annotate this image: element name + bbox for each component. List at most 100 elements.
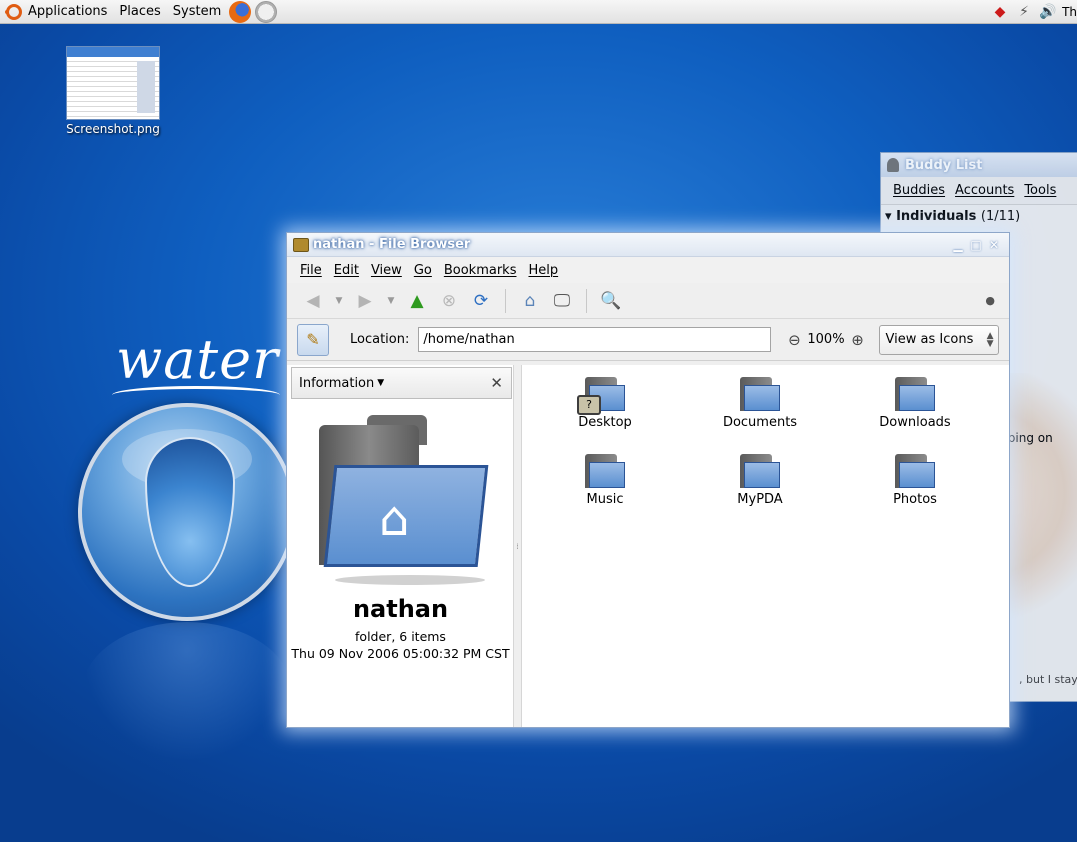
menu-file[interactable]: File: [300, 263, 322, 278]
file-browser-window[interactable]: nathan - File Browser ▁ □ ✕ File Edit Vi…: [286, 232, 1010, 728]
forward-history-dropdown-icon[interactable]: ▼: [383, 287, 399, 315]
folder-icon: ?: [577, 375, 625, 415]
power-plug-icon[interactable]: ⚡: [1014, 3, 1034, 21]
ruby-gem-icon[interactable]: ◆: [990, 3, 1010, 21]
folder-icon: [585, 452, 625, 488]
wallpaper-water-orb: [78, 403, 296, 621]
folder-item-downloads[interactable]: Downloads: [855, 375, 975, 430]
folder-label: Downloads: [879, 415, 951, 430]
wallpaper-orb-reflection: [82, 622, 292, 762]
up-arrow-icon[interactable]: ▲: [403, 287, 431, 315]
folder-label: Music: [586, 492, 624, 507]
buddy-group-expander-icon: ▾: [885, 209, 892, 224]
folder-icon: [895, 452, 935, 488]
folder-item-photos[interactable]: Photos: [855, 452, 975, 507]
menu-bookmarks[interactable]: Bookmarks: [444, 263, 517, 278]
pane-splitter-handle[interactable]: ⁞: [514, 365, 522, 727]
close-icon[interactable]: ✕: [987, 238, 1001, 252]
location-edit-toggle-icon[interactable]: ✎: [297, 323, 329, 356]
folder-icon: [740, 375, 780, 411]
firefox-launcher-icon[interactable]: [229, 0, 252, 23]
file-browser-titlebar[interactable]: nathan - File Browser ▁ □ ✕: [287, 233, 1009, 257]
file-browser-menubar: File Edit View Go Bookmarks Help: [287, 257, 1009, 283]
buddy-menu-accounts[interactable]: Accounts: [955, 183, 1014, 198]
desktop-icon-label: Screenshot.png: [66, 122, 160, 136]
side-pane-title: Information: [299, 375, 375, 391]
file-browser-toolbar: ◀ ▼ ▶ ▼ ▲ ⊗ ⟳ ⌂ 🖵 🔍 ●: [287, 283, 1009, 319]
file-browser-body: Information ▼ ✕ ⌂ nathan folder, 6 items…: [287, 365, 1009, 727]
wallpaper-swoosh: [112, 386, 280, 404]
desktop-icon-screenshot[interactable]: Screenshot.png: [60, 46, 166, 136]
places-menu-label: Places: [119, 4, 161, 19]
icon-view[interactable]: ? Desktop Documents Downloads Music MyPD…: [522, 365, 1009, 727]
menu-help[interactable]: Help: [528, 263, 558, 278]
computer-icon[interactable]: 🖵: [548, 287, 576, 315]
folder-item-music[interactable]: Music: [545, 452, 665, 507]
buddy-list-title: Buddy List: [905, 157, 983, 173]
places-menu[interactable]: Places: [113, 0, 166, 24]
window-controls: ▁ □ ✕: [951, 238, 1009, 252]
location-bar: ✎ Location: ⊖ 100% ⊕ View as Icons ▲▼: [287, 319, 1009, 361]
toolbar-separator: [505, 288, 506, 313]
desktop-emblem-icon: ?: [577, 395, 601, 415]
maximize-icon[interactable]: □: [969, 238, 983, 252]
minimize-icon[interactable]: ▁: [951, 238, 965, 252]
stop-icon[interactable]: ⊗: [435, 287, 463, 315]
folder-date: Thu 09 Nov 2006 05:00:32 PM CST: [291, 646, 510, 661]
mail-launcher-icon[interactable]: [255, 0, 278, 23]
water-drop-icon: [145, 437, 235, 587]
toolbar-separator: [586, 288, 587, 313]
view-mode-label: View as Icons: [885, 332, 974, 347]
folder-item-mypda[interactable]: MyPDA: [700, 452, 820, 507]
throbber-icon: ●: [985, 294, 995, 307]
home-folder-large-icon: ⌂: [317, 415, 489, 585]
search-icon[interactable]: 🔍: [597, 287, 625, 315]
menu-edit[interactable]: Edit: [334, 263, 359, 278]
folder-item-desktop[interactable]: ? Desktop: [545, 375, 665, 430]
menu-view[interactable]: View: [371, 263, 402, 278]
zoom-in-icon[interactable]: ⊕: [847, 331, 869, 349]
folder-item-documents[interactable]: Documents: [700, 375, 820, 430]
folder-icon: [895, 375, 935, 411]
back-history-dropdown-icon[interactable]: ▼: [331, 287, 347, 315]
buddy-menu-tools[interactable]: Tools: [1024, 183, 1056, 198]
folder-label: Photos: [893, 492, 937, 507]
notification-area: ◆ ⚡ 🔊 Th: [990, 0, 1077, 24]
location-input[interactable]: [418, 327, 772, 352]
buddy-message-text: , but I staye: [1019, 673, 1077, 686]
applications-menu[interactable]: Applications: [0, 0, 113, 24]
side-pane-selector[interactable]: Information ▼ ✕: [291, 367, 512, 399]
home-folder-icon[interactable]: ⌂: [516, 287, 544, 315]
clock[interactable]: Th: [1062, 5, 1077, 19]
updown-arrows-icon: ▲ ▼: [986, 330, 994, 349]
folder-label: Documents: [722, 415, 798, 430]
zoom-out-icon[interactable]: ⊖: [783, 331, 805, 349]
menu-go[interactable]: Go: [414, 263, 432, 278]
close-side-pane-icon[interactable]: ✕: [490, 374, 503, 392]
buddy-list-menubar: Buddies Accounts Tools: [881, 177, 1077, 205]
system-menu[interactable]: System: [167, 0, 227, 24]
back-arrow-icon[interactable]: ◀: [299, 287, 327, 315]
folder-name: nathan: [352, 595, 449, 623]
zoom-level[interactable]: 100%: [807, 332, 844, 347]
house-icon: ⌂: [379, 491, 410, 547]
folder-icon: [740, 452, 780, 488]
applications-menu-label: Applications: [28, 4, 108, 19]
ubuntu-logo-icon: [5, 3, 22, 20]
buddy-menu-buddies[interactable]: Buddies: [893, 183, 945, 198]
buddy-list-titlebar[interactable]: Buddy List: [881, 153, 1077, 177]
buddy-group-label: Individuals: [896, 209, 977, 224]
folder-label: MyPDA: [737, 492, 783, 507]
wallpaper-logo-text: water: [116, 328, 279, 391]
buddy-group-count: (1/11): [980, 209, 1021, 224]
location-label: Location:: [350, 332, 410, 347]
view-mode-select[interactable]: View as Icons ▲ ▼: [878, 324, 999, 355]
reload-icon[interactable]: ⟳: [467, 287, 495, 315]
volume-icon[interactable]: 🔊: [1038, 3, 1058, 21]
screenshot-thumbnail: [66, 46, 160, 120]
system-menu-label: System: [172, 4, 222, 19]
window-menu-icon[interactable]: [293, 237, 309, 252]
buddy-group-individuals[interactable]: ▾ Individuals (1/11): [881, 205, 1077, 224]
chevron-down-icon: ▼: [377, 378, 385, 388]
forward-arrow-icon[interactable]: ▶: [351, 287, 379, 315]
